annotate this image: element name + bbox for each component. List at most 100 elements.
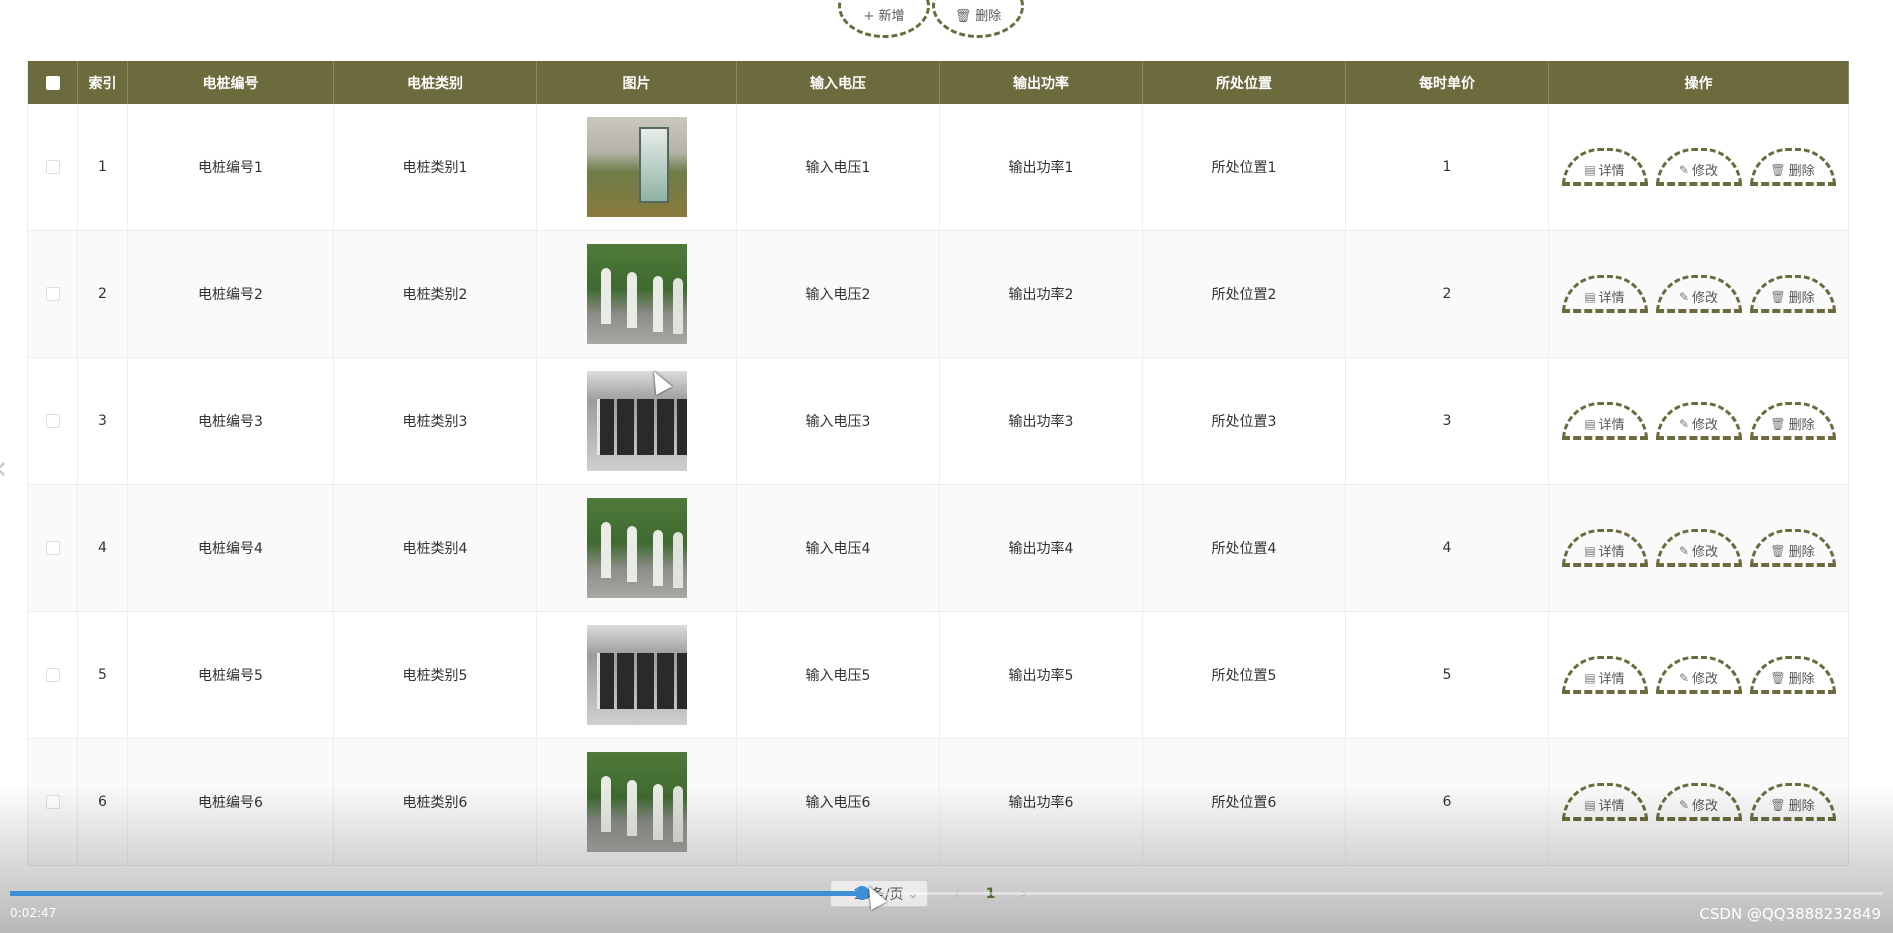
delete-button[interactable]: 🗑 删除 bbox=[1749, 529, 1836, 567]
row-checkbox[interactable] bbox=[45, 541, 60, 555]
table-row[interactable]: 3 电桩编号3 电桩类别3 输入电压3 输出功率3 所处位置3 3 ▤ 详情 ✎ 修… bbox=[28, 358, 1849, 485]
charging-pile-table: 索引 电桩编号 电桩类别 图片 输入电压 输出功率 所处位置 每时单价 操作 1… bbox=[27, 61, 1849, 866]
pencil-icon: ✎ bbox=[1678, 797, 1690, 812]
type-cell: 电桩类别5 bbox=[334, 612, 537, 738]
location-cell: 所处位置4 bbox=[1143, 485, 1346, 611]
row-checkbox[interactable] bbox=[45, 287, 60, 301]
price-cell: 5 bbox=[1346, 612, 1549, 738]
delete-button[interactable]: 🗑 删除 bbox=[1749, 783, 1836, 821]
price-cell: 1 bbox=[1346, 104, 1549, 230]
detail-button[interactable]: ▤ 详情 bbox=[1561, 402, 1648, 440]
row-checkbox-cell bbox=[28, 612, 78, 738]
type-cell: 电桩类别4 bbox=[334, 485, 537, 611]
row-checkbox[interactable] bbox=[45, 160, 60, 174]
code-cell: 电桩编号3 bbox=[128, 358, 334, 484]
index-cell: 4 bbox=[78, 485, 128, 611]
delete-button[interactable]: 🗑 删除 bbox=[1749, 148, 1836, 186]
edit-button[interactable]: ✎ 修改 bbox=[1655, 656, 1742, 694]
price-cell: 3 bbox=[1346, 358, 1549, 484]
detail-button[interactable]: ▤ 详情 bbox=[1561, 783, 1648, 821]
table-row[interactable]: 5 电桩编号5 电桩类别5 输入电压5 输出功率5 所处位置5 5 ▤ 详情 ✎ 修… bbox=[28, 612, 1849, 739]
trash-icon: 🗑 bbox=[1770, 543, 1786, 558]
col-location-header[interactable]: 所处位置 bbox=[1143, 61, 1346, 104]
actions-cell: ▤ 详情 ✎ 修改 🗑 删除 bbox=[1549, 485, 1849, 611]
trash-icon: 🗑 bbox=[1770, 416, 1786, 431]
edit-button[interactable]: ✎ 修改 bbox=[1655, 783, 1742, 821]
table-row[interactable]: 1 电桩编号1 电桩类别1 输入电压1 输出功率1 所处位置1 1 ▤ 详情 ✎ 修… bbox=[28, 104, 1849, 231]
power-cell: 输出功率5 bbox=[940, 612, 1143, 738]
detail-label: 详情 bbox=[1598, 799, 1625, 814]
code-cell: 电桩编号1 bbox=[128, 104, 334, 230]
document-icon: ▤ bbox=[1584, 797, 1596, 812]
detail-label: 详情 bbox=[1598, 291, 1625, 306]
power-cell: 输出功率4 bbox=[940, 485, 1143, 611]
add-button-label: 新增 bbox=[878, 9, 905, 24]
edit-button[interactable]: ✎ 修改 bbox=[1655, 148, 1742, 186]
delete-label: 删除 bbox=[1788, 799, 1815, 814]
watermark: CSDN @QQ3888232849 bbox=[1699, 905, 1881, 923]
code-cell: 电桩编号4 bbox=[128, 485, 334, 611]
video-progress-fill bbox=[10, 891, 863, 896]
detail-button[interactable]: ▤ 详情 bbox=[1561, 529, 1648, 567]
delete-button[interactable]: 🗑 删除 bbox=[1749, 656, 1836, 694]
document-icon: ▤ bbox=[1584, 162, 1596, 177]
batch-delete-button[interactable]: 🗑 删除 bbox=[932, 0, 1024, 38]
toolbar: + 新增 🗑 删除 bbox=[838, 0, 1024, 38]
image-cell bbox=[537, 612, 737, 738]
type-cell: 电桩类别2 bbox=[334, 231, 537, 357]
table-row[interactable]: 2 电桩编号2 电桩类别2 输入电压2 输出功率2 所处位置2 2 ▤ 详情 ✎ 修… bbox=[28, 231, 1849, 358]
charging-pile-photo[interactable] bbox=[586, 117, 687, 217]
col-voltage-header[interactable]: 输入电压 bbox=[737, 61, 940, 104]
delete-button[interactable]: 🗑 删除 bbox=[1749, 402, 1836, 440]
col-type-header[interactable]: 电桩类别 bbox=[334, 61, 537, 104]
delete-button[interactable]: 🗑 删除 bbox=[1749, 275, 1836, 313]
document-icon: ▤ bbox=[1584, 543, 1596, 558]
trash-icon: 🗑 bbox=[954, 9, 972, 24]
row-checkbox[interactable] bbox=[45, 414, 60, 428]
index-cell: 3 bbox=[78, 358, 128, 484]
col-code-header[interactable]: 电桩编号 bbox=[128, 61, 334, 104]
image-cell bbox=[537, 485, 737, 611]
type-cell: 电桩类别6 bbox=[334, 739, 537, 865]
row-checkbox[interactable] bbox=[45, 668, 60, 682]
col-power-header[interactable]: 输出功率 bbox=[940, 61, 1143, 104]
row-checkbox-cell bbox=[28, 358, 78, 484]
charging-pile-photo[interactable] bbox=[586, 625, 687, 725]
pencil-icon: ✎ bbox=[1678, 289, 1690, 304]
select-all-checkbox[interactable] bbox=[45, 75, 60, 90]
trash-icon: 🗑 bbox=[1770, 797, 1786, 812]
edit-label: 修改 bbox=[1692, 799, 1719, 814]
elapsed-time: 0:02:47 bbox=[10, 906, 57, 920]
delete-label: 删除 bbox=[1788, 164, 1815, 179]
detail-button[interactable]: ▤ 详情 bbox=[1561, 275, 1648, 313]
col-index-header[interactable]: 索引 bbox=[78, 61, 128, 104]
charging-pile-photo[interactable] bbox=[586, 752, 687, 852]
trash-icon: 🗑 bbox=[1770, 670, 1786, 685]
row-checkbox-cell bbox=[28, 231, 78, 357]
select-all-cell bbox=[28, 61, 78, 104]
edit-button[interactable]: ✎ 修改 bbox=[1655, 402, 1742, 440]
row-checkbox[interactable] bbox=[45, 795, 60, 809]
charging-pile-photo[interactable] bbox=[586, 498, 687, 598]
detail-button[interactable]: ▤ 详情 bbox=[1561, 148, 1648, 186]
edit-button[interactable]: ✎ 修改 bbox=[1655, 275, 1742, 313]
power-cell: 输出功率2 bbox=[940, 231, 1143, 357]
detail-label: 详情 bbox=[1598, 545, 1625, 560]
actions-cell: ▤ 详情 ✎ 修改 🗑 删除 bbox=[1549, 231, 1849, 357]
detail-button[interactable]: ▤ 详情 bbox=[1561, 656, 1648, 694]
voltage-cell: 输入电压6 bbox=[737, 739, 940, 865]
voltage-cell: 输入电压4 bbox=[737, 485, 940, 611]
table-row[interactable]: 6 电桩编号6 电桩类别6 输入电压6 输出功率6 所处位置6 6 ▤ 详情 ✎ 修… bbox=[28, 739, 1849, 866]
charging-pile-photo[interactable] bbox=[586, 244, 687, 344]
detail-label: 详情 bbox=[1598, 418, 1625, 433]
location-cell: 所处位置3 bbox=[1143, 358, 1346, 484]
image-cell bbox=[537, 231, 737, 357]
add-button[interactable]: + 新增 bbox=[838, 0, 930, 38]
table-row[interactable]: 4 电桩编号4 电桩类别4 输入电压4 输出功率4 所处位置4 4 ▤ 详情 ✎ 修… bbox=[28, 485, 1849, 612]
edit-label: 修改 bbox=[1692, 164, 1719, 179]
price-cell: 2 bbox=[1346, 231, 1549, 357]
col-price-header[interactable]: 每时单价 bbox=[1346, 61, 1549, 104]
edit-button[interactable]: ✎ 修改 bbox=[1655, 529, 1742, 567]
chevron-left-icon[interactable]: ‹ bbox=[0, 448, 8, 488]
code-cell: 电桩编号5 bbox=[128, 612, 334, 738]
